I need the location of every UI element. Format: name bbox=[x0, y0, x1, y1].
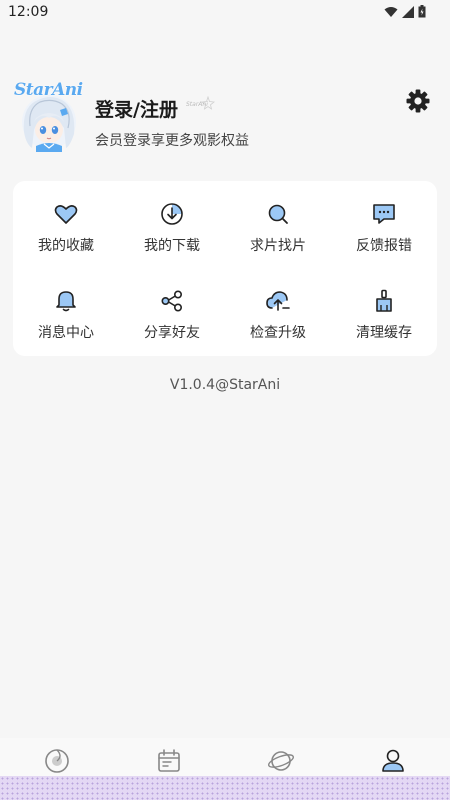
login-register-link[interactable]: 登录/注册 bbox=[95, 95, 178, 122]
wifi-icon bbox=[384, 6, 398, 17]
battery-icon bbox=[418, 5, 426, 18]
heart-icon bbox=[54, 205, 78, 224]
profile-icon bbox=[382, 749, 404, 772]
status-time: 12:09 bbox=[8, 4, 49, 20]
grid-item-clear-cache[interactable]: 清理缓存 bbox=[331, 268, 437, 356]
grid-item-share[interactable]: 分享好友 bbox=[119, 268, 225, 356]
grid-item-label: 我的下载 bbox=[144, 238, 200, 254]
share-icon bbox=[161, 290, 183, 312]
grid-item-downloads[interactable]: 我的下载 bbox=[119, 181, 225, 268]
avatar-logo: StarAni bbox=[14, 80, 83, 100]
grid-item-label: 我的收藏 bbox=[38, 238, 94, 254]
status-icons bbox=[384, 5, 426, 18]
nav-item-profile[interactable] bbox=[378, 746, 408, 776]
login-subtitle: 会员登录享更多观影权益 bbox=[95, 133, 249, 149]
signal-icon bbox=[402, 5, 414, 18]
grid-item-label: 检查升级 bbox=[250, 325, 306, 341]
function-card: 我的收藏 我的下载 求片找片 反馈报错 消息中心 分享好友 检查升级 清理缓存 bbox=[13, 181, 437, 356]
search-icon bbox=[268, 204, 288, 224]
profile-page: 12:09 StarAni 登录/注册 StarAni 会员登录享更多观影权益 … bbox=[0, 0, 450, 800]
cloud-upload-icon bbox=[266, 291, 290, 311]
grid-item-label: 消息中心 bbox=[38, 325, 94, 341]
broom-icon bbox=[376, 289, 392, 312]
grid-item-feedback[interactable]: 反馈报错 bbox=[331, 181, 437, 268]
nav-item-home[interactable] bbox=[42, 746, 72, 776]
grid-item-label: 反馈报错 bbox=[356, 238, 412, 254]
status-bar: 12:09 bbox=[0, 0, 450, 26]
grid-item-label: 清理缓存 bbox=[356, 325, 412, 341]
grid-item-label: 分享好友 bbox=[144, 325, 200, 341]
download-icon bbox=[161, 203, 183, 225]
bell-icon bbox=[56, 291, 76, 312]
feedback-icon bbox=[373, 204, 395, 224]
grid-item-request[interactable]: 求片找片 bbox=[225, 181, 331, 268]
settings-button[interactable] bbox=[405, 88, 431, 114]
function-grid: 我的收藏 我的下载 求片找片 反馈报错 消息中心 分享好友 检查升级 清理缓存 bbox=[13, 181, 437, 356]
nav-item-discover[interactable] bbox=[266, 746, 296, 776]
home-icon bbox=[45, 749, 69, 773]
grid-item-label: 求片找片 bbox=[250, 238, 306, 254]
grid-item-messages[interactable]: 消息中心 bbox=[13, 268, 119, 356]
grid-item-favorites[interactable]: 我的收藏 bbox=[13, 181, 119, 268]
vip-badge-text: StarAni bbox=[186, 101, 208, 108]
version-text: V1.0.4@StarAni bbox=[169, 377, 281, 393]
nav-item-schedule[interactable] bbox=[154, 746, 184, 776]
gear-icon bbox=[406, 89, 430, 113]
nav-decoration-strip bbox=[0, 776, 450, 800]
avatar[interactable]: StarAni bbox=[14, 80, 83, 152]
calendar-icon bbox=[158, 749, 180, 772]
vip-badge: StarAni bbox=[186, 95, 216, 119]
grid-item-update[interactable]: 检查升级 bbox=[225, 268, 331, 356]
planet-icon bbox=[267, 751, 295, 771]
